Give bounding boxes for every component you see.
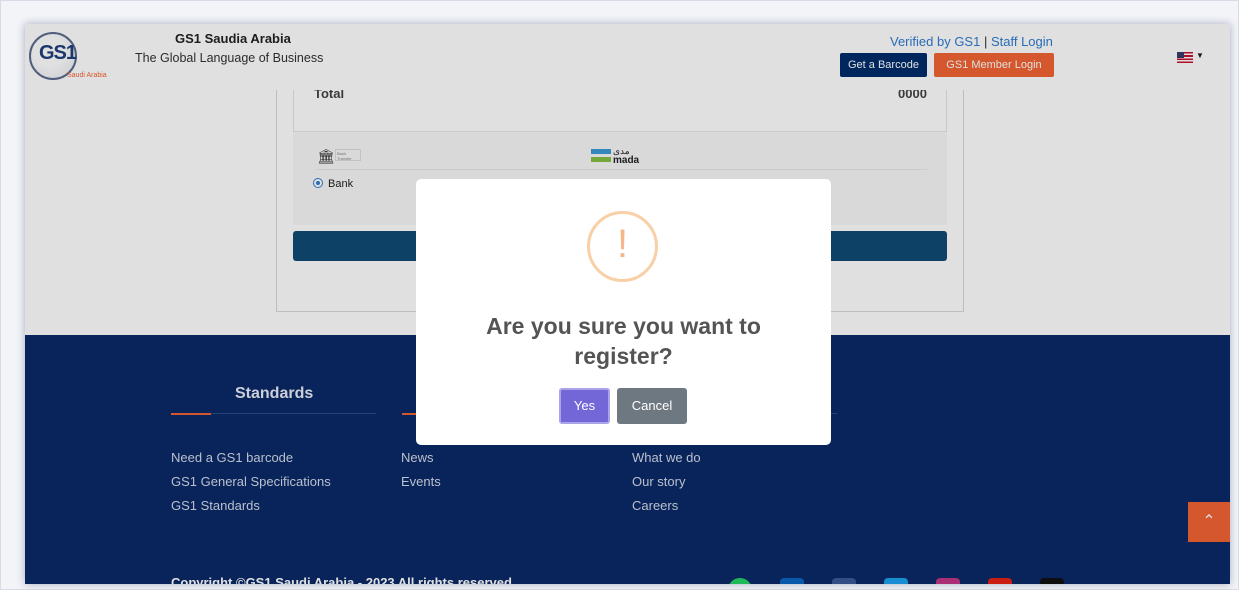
cancel-button[interactable]: Cancel [617,388,687,424]
dialog-title: Are you sure you want to register? [486,313,761,369]
warning-icon: ! [587,211,658,282]
browser-viewport: GS1 Saudi Arabia GS1 Saudia Arabia The G… [25,24,1230,584]
screenshot-frame: GS1 Saudi Arabia GS1 Saudia Arabia The G… [0,0,1239,590]
yes-button[interactable]: Yes [559,388,610,424]
warning-mark: ! [616,222,629,266]
confirm-dialog: ! Are you sure you want to register? Yes… [416,179,831,445]
